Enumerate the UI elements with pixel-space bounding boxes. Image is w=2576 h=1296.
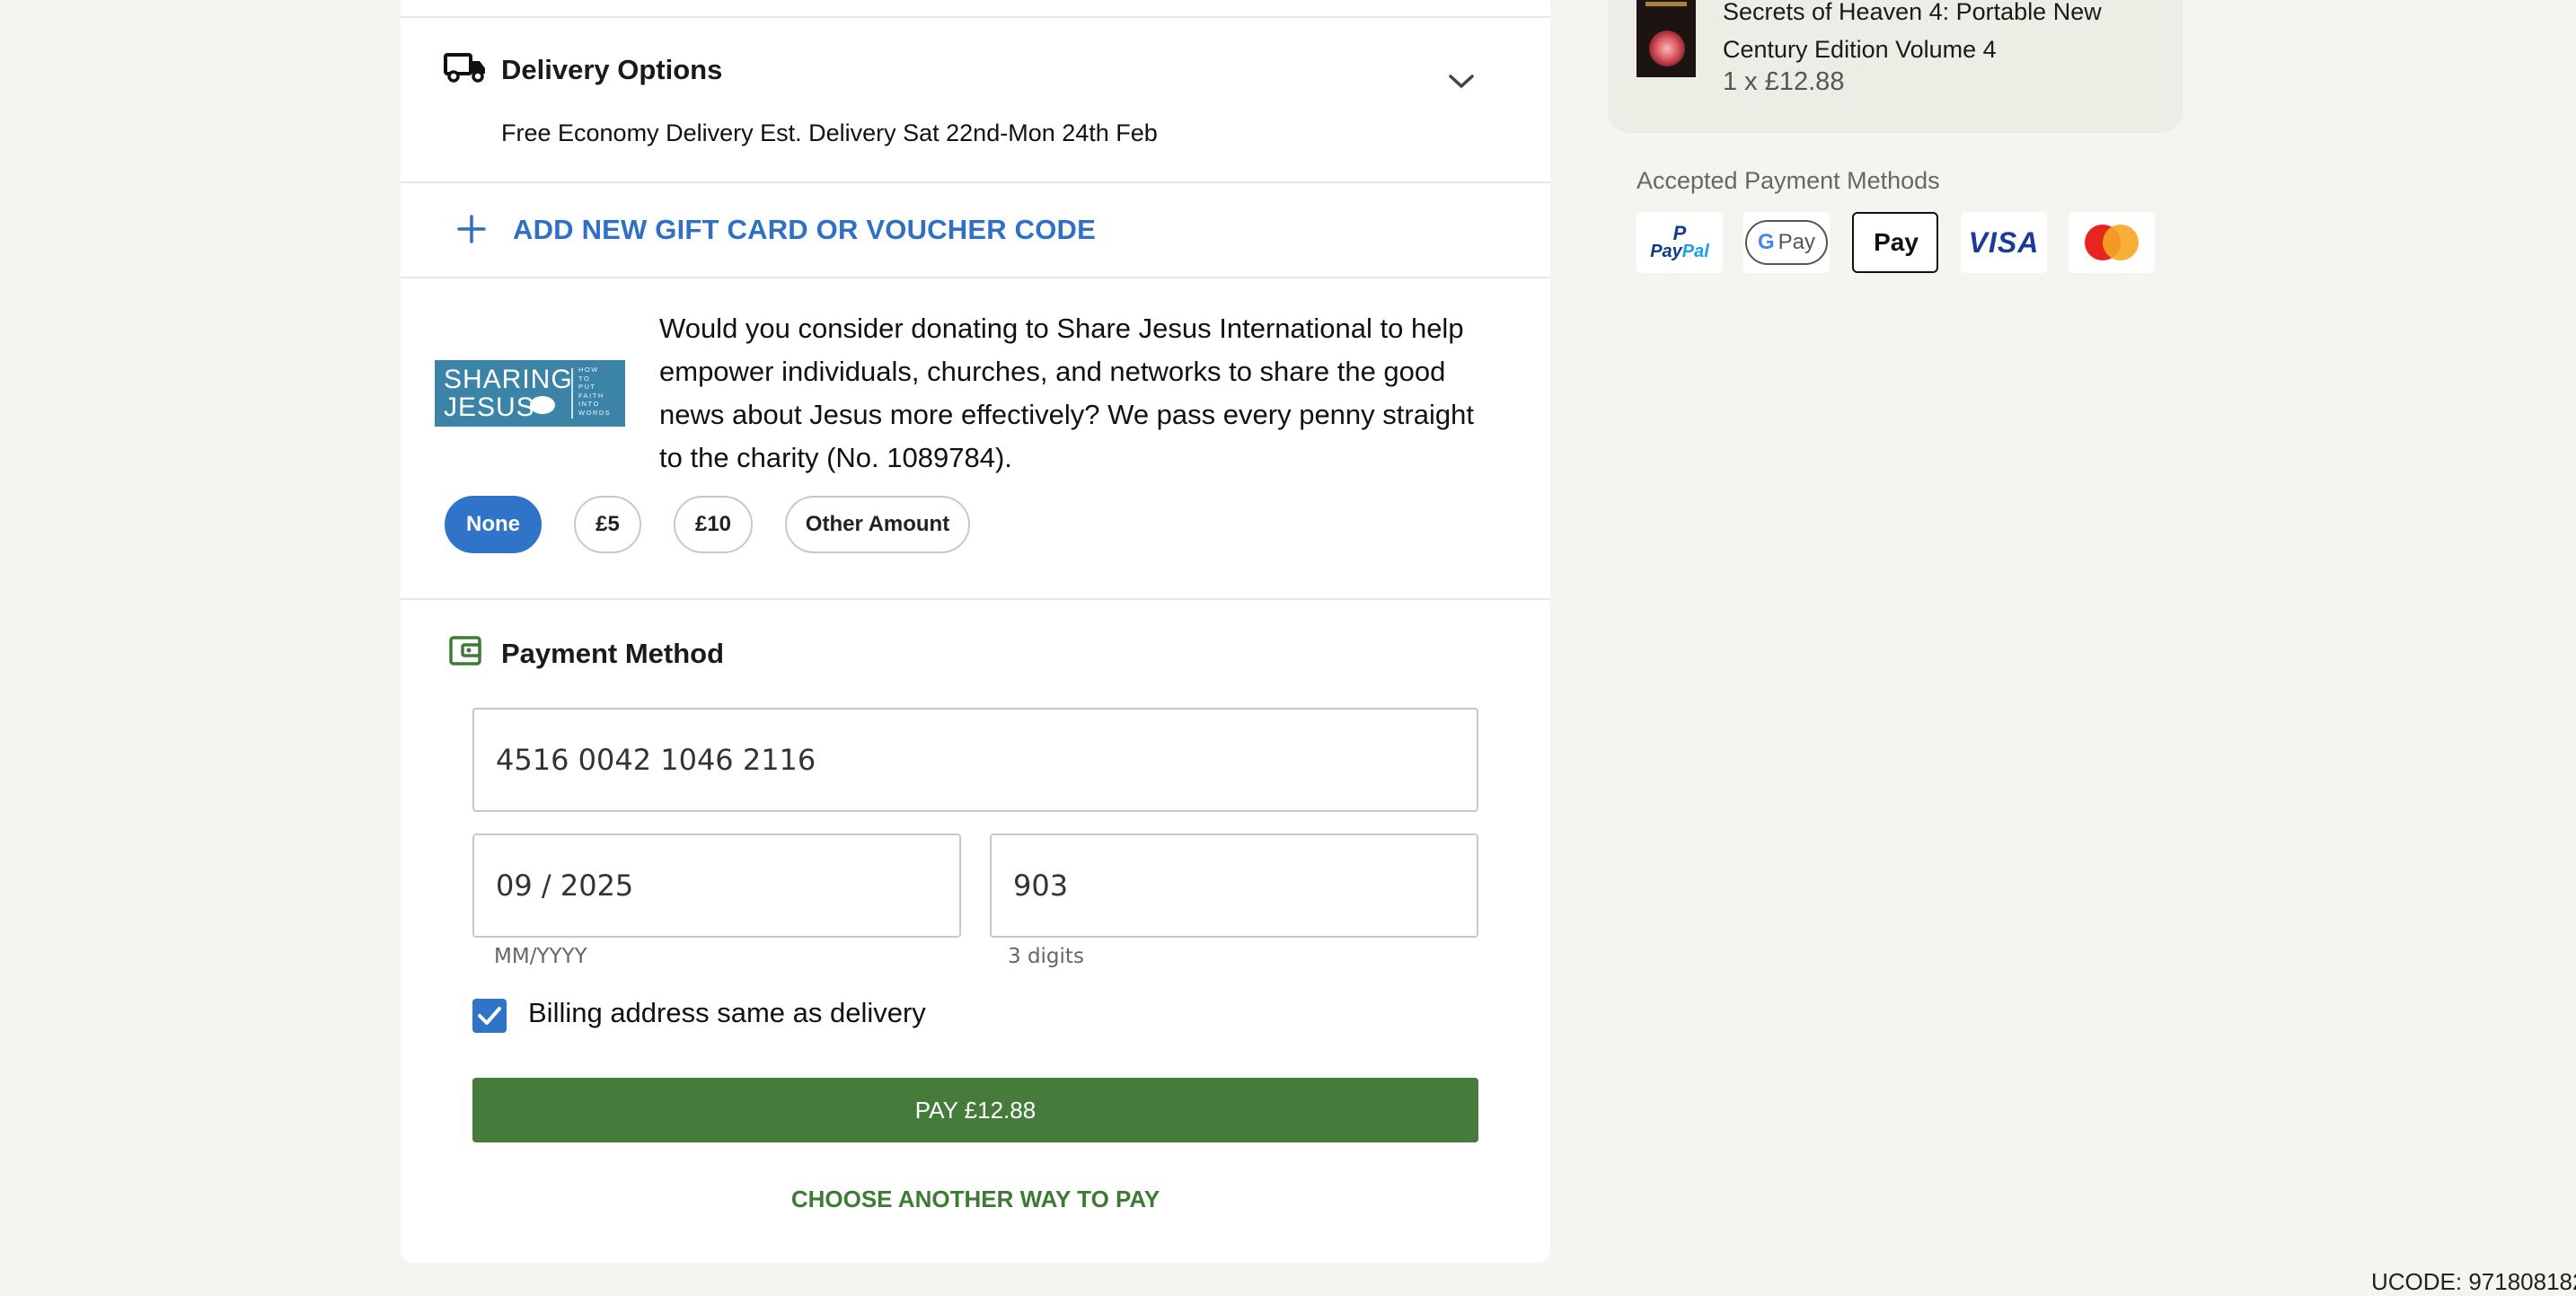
donation-other-button[interactable]: Other Amount: [785, 496, 970, 553]
chevron-down-icon[interactable]: [1446, 72, 1477, 92]
wallet-icon: [449, 636, 481, 666]
delivery-detail: Free Economy Delivery Est. Delivery Sat …: [501, 119, 1158, 146]
payment-method-title: Payment Method: [501, 638, 725, 669]
book-price: 1 x £12.88: [1723, 67, 1845, 96]
book-title: Secrets of Heaven 4: Portable New Centur…: [1723, 0, 2102, 63]
google-pay-logo: G Pay: [1743, 212, 1830, 273]
truck-icon: [444, 53, 485, 83]
donation-5-button[interactable]: £5: [574, 496, 641, 553]
card-number-field[interactable]: [472, 708, 1478, 812]
add-voucher-link[interactable]: ADD NEW GIFT CARD OR VOUCHER CODE: [513, 214, 1096, 246]
billing-same-checkbox[interactable]: [472, 999, 507, 1033]
cvv-hint: 3 digits: [1008, 945, 1084, 968]
visa-logo: VISA: [1961, 212, 2047, 273]
expiry-hint: MM/YYYY: [494, 945, 587, 968]
accepted-payment-methods-label: Accepted Payment Methods: [1636, 167, 1940, 194]
checkmark-icon: [478, 1007, 501, 1025]
cvv-input[interactable]: [1013, 835, 1425, 936]
donation-none-button[interactable]: None: [445, 496, 542, 553]
divider: [401, 598, 1550, 600]
ucode-label: UCODE: 971808182: [2371, 1268, 2576, 1295]
card-number-input[interactable]: [496, 710, 1348, 810]
book-thumbnail: [1636, 0, 1696, 77]
delivery-options-title: Delivery Options: [501, 54, 723, 85]
divider: [401, 277, 1550, 278]
plus-icon[interactable]: [456, 214, 487, 244]
pay-button[interactable]: PAY £12.88: [472, 1078, 1478, 1142]
paypal-logo: P PayPal: [1636, 212, 1723, 273]
donation-message: Would you consider donating to Share Jes…: [659, 313, 1474, 473]
apple-pay-logo: Pay: [1852, 212, 1938, 273]
choose-another-way-link[interactable]: CHOOSE ANOTHER WAY TO PAY: [472, 1186, 1478, 1213]
mastercard-logo: [2069, 212, 2155, 273]
expiry-field[interactable]: [472, 833, 961, 938]
cvv-field[interactable]: [990, 833, 1478, 938]
expiry-input[interactable]: [496, 835, 908, 936]
billing-same-label[interactable]: Billing address same as delivery: [528, 997, 926, 1029]
donation-10-button[interactable]: £10: [674, 496, 753, 553]
divider: [401, 16, 1550, 18]
checkout-panel: [401, 0, 1550, 1263]
sharing-jesus-logo: SHARING JESUS HOW TO PUT FAITH INTO WORD…: [435, 360, 625, 427]
divider: [401, 181, 1550, 183]
